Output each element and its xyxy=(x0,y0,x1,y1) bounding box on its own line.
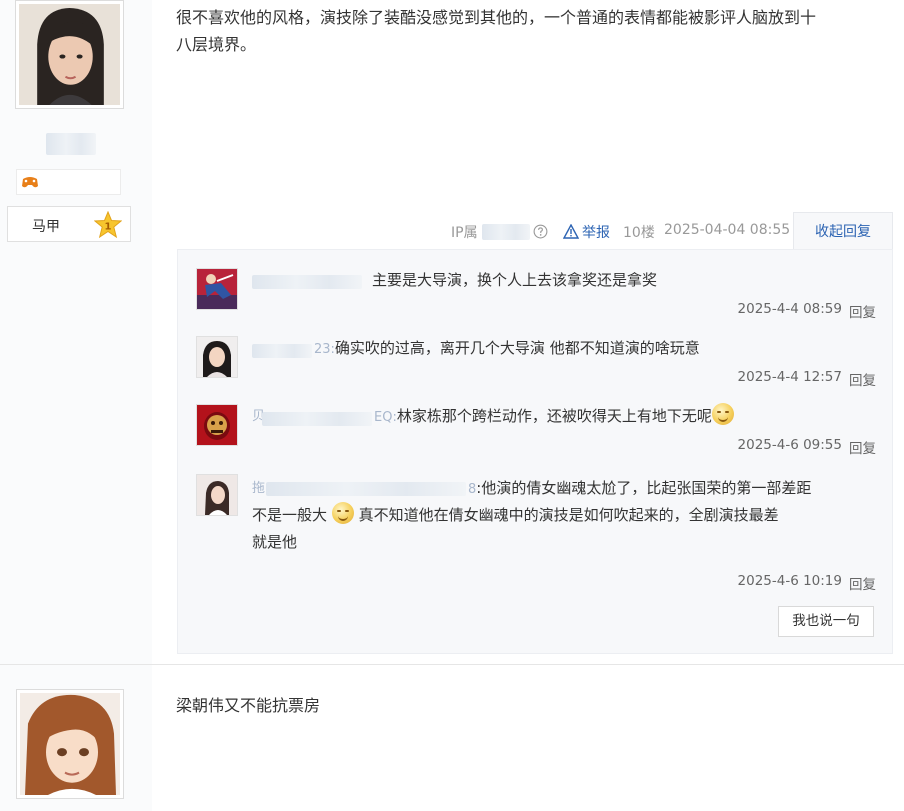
reply-username-blurred[interactable] xyxy=(252,344,312,358)
reply-avatar[interactable] xyxy=(196,336,238,378)
author-avatar-image xyxy=(20,693,120,795)
smile-emoji-icon xyxy=(711,403,734,425)
reply-time: 2025-4-6 10:19 xyxy=(737,573,842,589)
reply-avatar[interactable] xyxy=(196,268,238,310)
level-badge xyxy=(16,169,121,195)
reply-avatar[interactable] xyxy=(196,404,238,446)
post-divider xyxy=(0,664,904,665)
help-circle-icon[interactable] xyxy=(533,224,548,239)
author-avatar-image xyxy=(19,4,120,105)
reply-text: 主要是大导演，换个人上去该拿奖还是拿奖 xyxy=(372,271,658,289)
ip-location-blurred xyxy=(482,224,530,240)
post-body-line: 八层境界。 xyxy=(176,35,257,54)
reply-username-blurred[interactable] xyxy=(262,412,372,426)
username-blurred[interactable] xyxy=(46,133,96,155)
reply-list: 主要是大导演，换个人上去该拿奖还是拿奖 2025-4-4 08:59 回复 23… xyxy=(177,249,893,654)
reply-text: 23:确实吹的过高，离开几个大导演 他都不知道演的啥玩意 xyxy=(314,339,700,357)
reply-avatar-image xyxy=(197,269,237,309)
ip-location: IP属 xyxy=(451,225,478,241)
reply-username-blurred[interactable] xyxy=(252,275,362,289)
reply-text: 不是一般大 真不知道他在倩女幽魂中的演技是如何吹起来的，全剧演技最差 xyxy=(252,502,872,529)
post-body: 很不喜欢他的风格，演技除了装酷没感觉到其他的，一个普通的表情都能被影评人脑放到十… xyxy=(176,4,888,58)
author-avatar[interactable] xyxy=(16,689,124,799)
post-body: 梁朝伟又不能抗票房 xyxy=(176,696,321,715)
reply-avatar[interactable] xyxy=(196,474,238,516)
reply-time: 2025-4-4 08:59 xyxy=(737,301,842,317)
reply-avatar-image xyxy=(197,405,237,445)
reply-time: 2025-4-6 09:55 xyxy=(737,437,842,453)
reply-username-blurred[interactable] xyxy=(266,482,466,496)
reply-text: EQ:林家栋那个跨栏动作，还被吹得天上有地下无呢 xyxy=(374,403,874,431)
post-body-line: 很不喜欢他的风格，演技除了装酷没感觉到其他的，一个普通的表情都能被影评人脑放到十 xyxy=(176,8,817,27)
reply-button[interactable]: 回复 xyxy=(849,369,876,389)
reply-text: 就是他 xyxy=(252,533,298,551)
reply-button[interactable]: 回复 xyxy=(849,301,876,321)
report-link[interactable]: 举报 xyxy=(582,222,610,242)
reply-avatar-image xyxy=(197,475,237,515)
reply-time: 2025-4-4 12:57 xyxy=(737,369,842,385)
collapse-replies-button[interactable]: 收起回复 xyxy=(793,212,893,250)
post-meta: IP属 举报 10楼 2025-04-04 08:55 xyxy=(0,222,904,242)
warning-triangle-icon[interactable] xyxy=(563,224,579,239)
floor-number: 10楼 xyxy=(623,225,655,241)
reply-avatar-image xyxy=(197,337,237,377)
post-time: 2025-04-04 08:55 xyxy=(664,222,791,238)
say-something-button[interactable]: 我也说一句 xyxy=(778,606,874,637)
reply-button[interactable]: 回复 xyxy=(849,573,876,593)
level-game-icon xyxy=(22,177,38,188)
reply-button[interactable]: 回复 xyxy=(849,437,876,457)
reply-text: 8:他演的倩女幽魂太尬了，比起张国荣的第一部差距 xyxy=(468,479,812,497)
author-avatar[interactable] xyxy=(15,0,124,109)
smile-emoji-icon xyxy=(331,502,354,524)
